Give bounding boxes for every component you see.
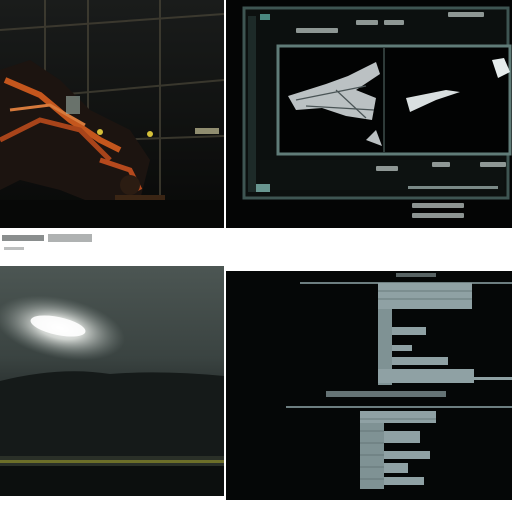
monitor-with-3d-model xyxy=(226,0,512,228)
screen-text-blur xyxy=(412,203,464,208)
screen-text-blur xyxy=(448,12,484,17)
caption-blur xyxy=(4,247,24,250)
caption-blur xyxy=(48,234,92,242)
monitor-illustration xyxy=(226,0,512,228)
caption-strip xyxy=(0,229,224,265)
screen-text-blur xyxy=(432,162,450,167)
screen-text-blur xyxy=(376,166,398,171)
screen-text-blur xyxy=(296,28,338,33)
caption-blur xyxy=(2,235,44,241)
screen-text-blur xyxy=(384,20,404,25)
screen-text-blur xyxy=(412,213,464,218)
sky-illustration xyxy=(0,266,224,496)
spreadsheet-screen-photo xyxy=(226,271,512,500)
night-sky-light-streak-photo xyxy=(0,266,224,496)
spreadsheet-illustration xyxy=(226,271,512,500)
screen-text-blur xyxy=(480,162,506,167)
machinery-illustration xyxy=(0,0,224,228)
robotic-machinery-photo xyxy=(0,0,224,228)
screen-text-blur xyxy=(356,20,378,25)
